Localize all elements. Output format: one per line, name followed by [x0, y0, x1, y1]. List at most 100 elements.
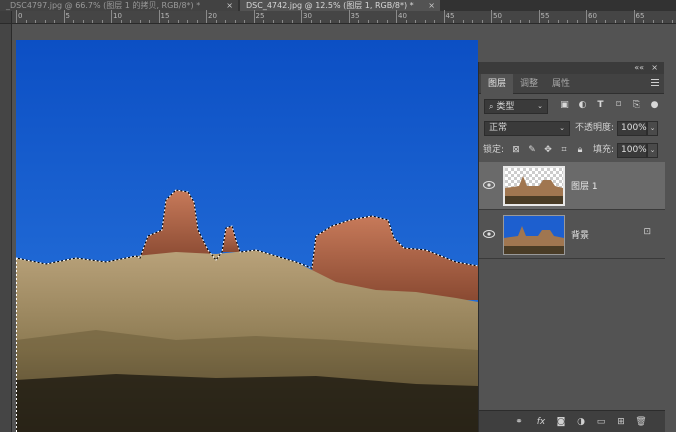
layers-panel-footer: ⚭ fx ◙ ◑ ▭ ⊞ 🗑︎ [479, 410, 665, 432]
ruler-minor-tick [510, 20, 511, 23]
ruler-minor-tick [339, 20, 340, 23]
ruler-number: 60 [588, 12, 597, 20]
link-layers-icon[interactable]: ⚭ [513, 416, 525, 428]
ruler-major-tick [111, 10, 112, 23]
layer-name[interactable]: 背景 [571, 228, 589, 241]
lock-label: 锁定: [483, 145, 505, 155]
layer-name[interactable]: 图层 1 [571, 179, 598, 192]
tab-adjustments[interactable]: 调整 [513, 74, 545, 94]
document-canvas[interactable] [16, 40, 478, 432]
ruler-major-tick [538, 10, 540, 23]
tab-label: DSC_4742.jpg @ 12.5% (图层 1, RGB/8*) * [246, 1, 414, 10]
ruler-minor-tick [605, 20, 606, 23]
ruler-number: 25 [255, 12, 265, 20]
ruler-minor-tick [643, 20, 644, 23]
ruler-major-tick [633, 10, 635, 23]
image-filter-icon[interactable]: ▣ [559, 100, 570, 111]
layer-filter-row: ⌕ 类型 ⌄ ▣ ◐ T ⌑ ⎘ ● [479, 96, 665, 116]
lock-position-icon[interactable]: ✥ [543, 145, 553, 155]
ruler-minor-tick [272, 20, 274, 23]
blend-row: 正常 ⌄ 不透明度: 100% ⌄ [479, 118, 665, 138]
lock-all-icon[interactable]: 🔒︎ [575, 145, 585, 155]
filter-toggle-icon[interactable]: ● [649, 100, 660, 111]
ruler-minor-tick [54, 20, 55, 23]
ruler-number: 10 [113, 12, 122, 20]
ruler-minor-tick [614, 20, 616, 23]
vertical-ruler[interactable] [0, 24, 12, 432]
ruler-minor-tick [367, 20, 369, 23]
blend-mode-select[interactable]: 正常 ⌄ [484, 121, 570, 136]
visibility-eye-icon[interactable] [483, 180, 495, 190]
fill-input[interactable]: 100% [617, 143, 647, 158]
shape-filter-icon[interactable]: ⌑ [613, 100, 624, 111]
ruler-minor-tick [434, 20, 435, 23]
new-layer-icon[interactable]: ⊞ [615, 416, 627, 428]
ruler-minor-tick [595, 20, 597, 23]
ruler-minor-tick [149, 20, 150, 23]
ruler-minor-tick [671, 20, 673, 23]
ruler-origin[interactable] [0, 11, 12, 24]
ruler-minor-tick [377, 20, 378, 23]
ruler-number: 55 [540, 12, 550, 20]
lock-row: 锁定: ⊠ ✎ ✥ ⌗ 🔒︎ 填充: 100% ⌄ [479, 140, 665, 160]
opacity-input[interactable]: 100% [617, 121, 647, 136]
ruler-major-tick [443, 10, 445, 23]
landscape-image [16, 40, 478, 432]
layer-filter-select[interactable]: ⌕ 类型 ⌄ [484, 99, 548, 114]
collapse-panel-icon[interactable]: «« [634, 62, 644, 74]
close-tab-icon[interactable]: × [428, 0, 435, 11]
visibility-eye-icon[interactable] [483, 229, 495, 239]
panel-menu-icon[interactable] [651, 79, 659, 87]
tab-properties[interactable]: 属性 [545, 74, 577, 94]
ruler-minor-tick [244, 20, 245, 23]
document-tab-dsc4797[interactable]: _DSC4797.jpg @ 66.7% (图层 1 的拷贝, RGB/8*) … [0, 0, 238, 11]
ruler-number: 35 [350, 12, 360, 20]
ruler-minor-tick [291, 20, 293, 23]
ruler-minor-tick [225, 20, 226, 23]
trash-icon[interactable]: 🗑︎ [635, 416, 647, 428]
ruler-minor-tick [415, 20, 416, 23]
ruler-minor-tick [92, 20, 93, 23]
layer-row-layer1[interactable]: 图层 1 [479, 162, 665, 210]
ruler-minor-tick [500, 20, 502, 23]
ruler-minor-tick [462, 20, 464, 23]
document-tab-dsc4742[interactable]: DSC_4742.jpg @ 12.5% (图层 1, RGB/8*) * × [240, 0, 440, 11]
fx-icon[interactable]: fx [535, 416, 547, 428]
lock-artboard-icon[interactable]: ⌗ [559, 145, 569, 155]
ruler-minor-tick [624, 20, 625, 23]
layer-lock-icon[interactable]: ⊡ [643, 227, 651, 237]
lock-transparency-icon[interactable]: ⊠ [511, 145, 521, 155]
ruler-minor-tick [329, 20, 331, 23]
tab-layers[interactable]: 图层 [481, 74, 514, 94]
lock-image-icon[interactable]: ✎ [527, 145, 537, 155]
search-icon: ⌕ [489, 102, 494, 111]
new-group-folder-icon[interactable]: ▭ [595, 416, 607, 428]
ruler-minor-tick [567, 20, 568, 23]
ruler-minor-tick [320, 20, 321, 23]
horizontal-ruler[interactable]: 0 5 10 15 20 25 30 35 40 45 50 55 60 65 [0, 10, 676, 24]
ruler-major-tick [491, 10, 492, 23]
ruler-major-tick [16, 10, 17, 23]
ruler-major-tick [396, 10, 397, 23]
blend-mode-value: 正常 [489, 123, 508, 133]
layer-row-background[interactable]: 背景 ⊡ [479, 211, 665, 259]
close-panel-icon[interactable]: × [651, 62, 658, 74]
fill-chevron-icon[interactable]: ⌄ [647, 143, 658, 158]
type-filter-icon[interactable]: T [595, 100, 606, 111]
tab-label: _DSC4797.jpg @ 66.7% (图层 1 的拷贝, RGB/8*) … [6, 1, 201, 10]
ruler-minor-tick [187, 20, 188, 23]
chevron-down-icon: ⌄ [537, 102, 543, 110]
adjustment-filter-icon[interactable]: ◐ [577, 100, 588, 111]
close-tab-icon[interactable]: × [226, 0, 233, 11]
new-adjustment-icon[interactable]: ◑ [575, 416, 587, 428]
ruler-minor-tick [73, 20, 74, 23]
ruler-minor-tick [662, 20, 663, 23]
ruler-minor-tick [529, 20, 530, 23]
ruler-minor-tick [652, 20, 654, 23]
ruler-minor-tick [82, 20, 84, 23]
ruler-minor-tick [405, 20, 407, 23]
add-mask-icon[interactable]: ◙ [555, 416, 567, 428]
opacity-chevron-icon[interactable]: ⌄ [647, 121, 658, 136]
smart-object-filter-icon[interactable]: ⎘ [631, 100, 642, 111]
ruler-number: 15 [160, 12, 170, 20]
